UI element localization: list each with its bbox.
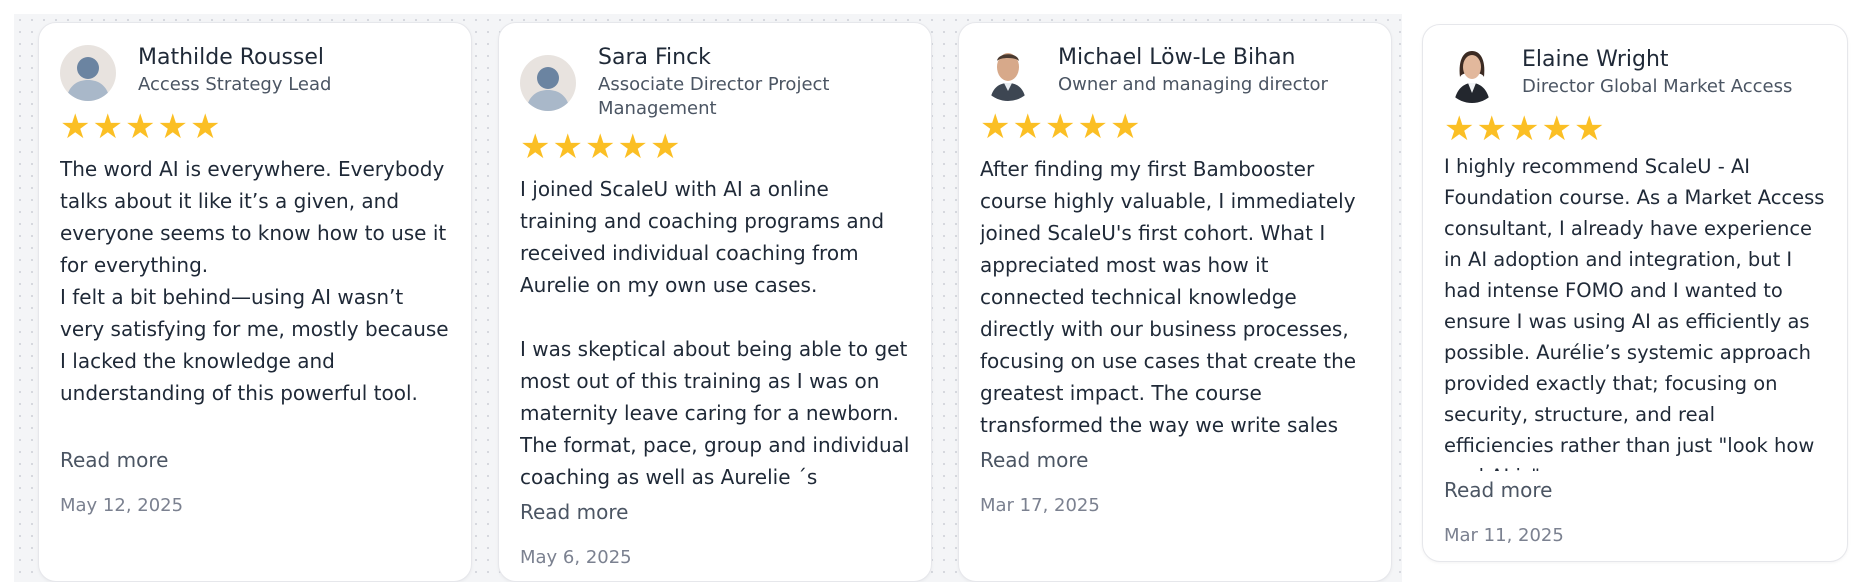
star-icon: ★ [157,107,188,147]
reviewer-role: Owner and managing director [1058,74,1328,95]
review-text: I highly recommend ScaleU - AI Foundatio… [1444,155,1825,471]
reviewer-name: Elaine Wright [1522,47,1669,72]
star-icon: ★ [1573,109,1605,149]
star-rating: ★ ★ ★ ★ ★ [520,127,910,167]
star-icon: ★ [1012,107,1043,147]
star-rating: ★ ★ ★ ★ ★ [1444,109,1826,149]
review-date: Mar 17, 2025 [980,495,1100,516]
star-icon: ★ [617,127,648,167]
read-more-link[interactable]: Read more [980,445,1370,475]
review-header: Sara Finck Associate Director Project Ma… [520,45,910,121]
star-icon: ★ [189,107,221,147]
star-icon: ★ [1077,107,1108,147]
star-rating: ★ ★ ★ ★ ★ [980,107,1370,147]
review-date: May 12, 2025 [60,495,184,516]
reviewer-role: Access Strategy Lead [138,74,332,95]
star-icon: ★ [980,107,1011,147]
star-icon: ★ [584,127,616,167]
star-icon: ★ [1476,109,1507,149]
star-icon: ★ [520,127,551,167]
default-user-icon [60,45,116,101]
woman-photo-icon [1444,47,1500,103]
review-card: Elaine Wright Director Global Market Acc… [1422,24,1848,562]
star-icon: ★ [1109,107,1141,147]
review-header: Mathilde Roussel Access Strategy Lead [60,45,450,101]
man-photo-icon [980,45,1036,101]
star-icon: ★ [124,107,156,147]
review-date: Mar 11, 2025 [1444,525,1564,546]
star-rating: ★ ★ ★ ★ ★ [60,107,450,147]
review-card: Mathilde Roussel Access Strategy Lead ★ ★… [38,22,472,582]
star-icon: ★ [1541,109,1572,149]
reviewer-name: Sara Finck [598,45,711,70]
reviewer-role: Director Global Market Access [1522,76,1793,97]
read-more-link[interactable]: Read more [60,445,450,475]
star-icon: ★ [1044,107,1076,147]
read-more-link[interactable]: Read more [520,497,910,527]
reviewer-name: Michael Löw-Le Bihan [1058,45,1296,70]
default-user-icon [520,55,576,111]
review-card: Sara Finck Associate Director Project Ma… [498,22,932,582]
review-card: Michael Löw-Le Bihan Owner and managing … [958,22,1392,582]
star-icon: ★ [92,107,123,147]
star-icon: ★ [1444,109,1475,149]
reviewer-role: Associate Director Project Management [598,74,830,119]
reviewer-name: Mathilde Roussel [138,45,325,70]
read-more-link[interactable]: Read more [1444,475,1826,505]
star-icon: ★ [1508,109,1540,149]
review-text: The word AI is everywhere. Everybody tal… [60,157,449,405]
review-text: I joined ScaleU with AI a online trainin… [520,177,910,489]
review-text: After finding my first Bambooster course… [980,157,1357,437]
star-icon: ★ [649,127,681,167]
star-icon: ★ [60,107,91,147]
star-icon: ★ [552,127,583,167]
review-date: May 6, 2025 [520,547,632,568]
review-header: Elaine Wright Director Global Market Acc… [1444,47,1826,103]
review-header: Michael Löw-Le Bihan Owner and managing … [980,45,1370,101]
